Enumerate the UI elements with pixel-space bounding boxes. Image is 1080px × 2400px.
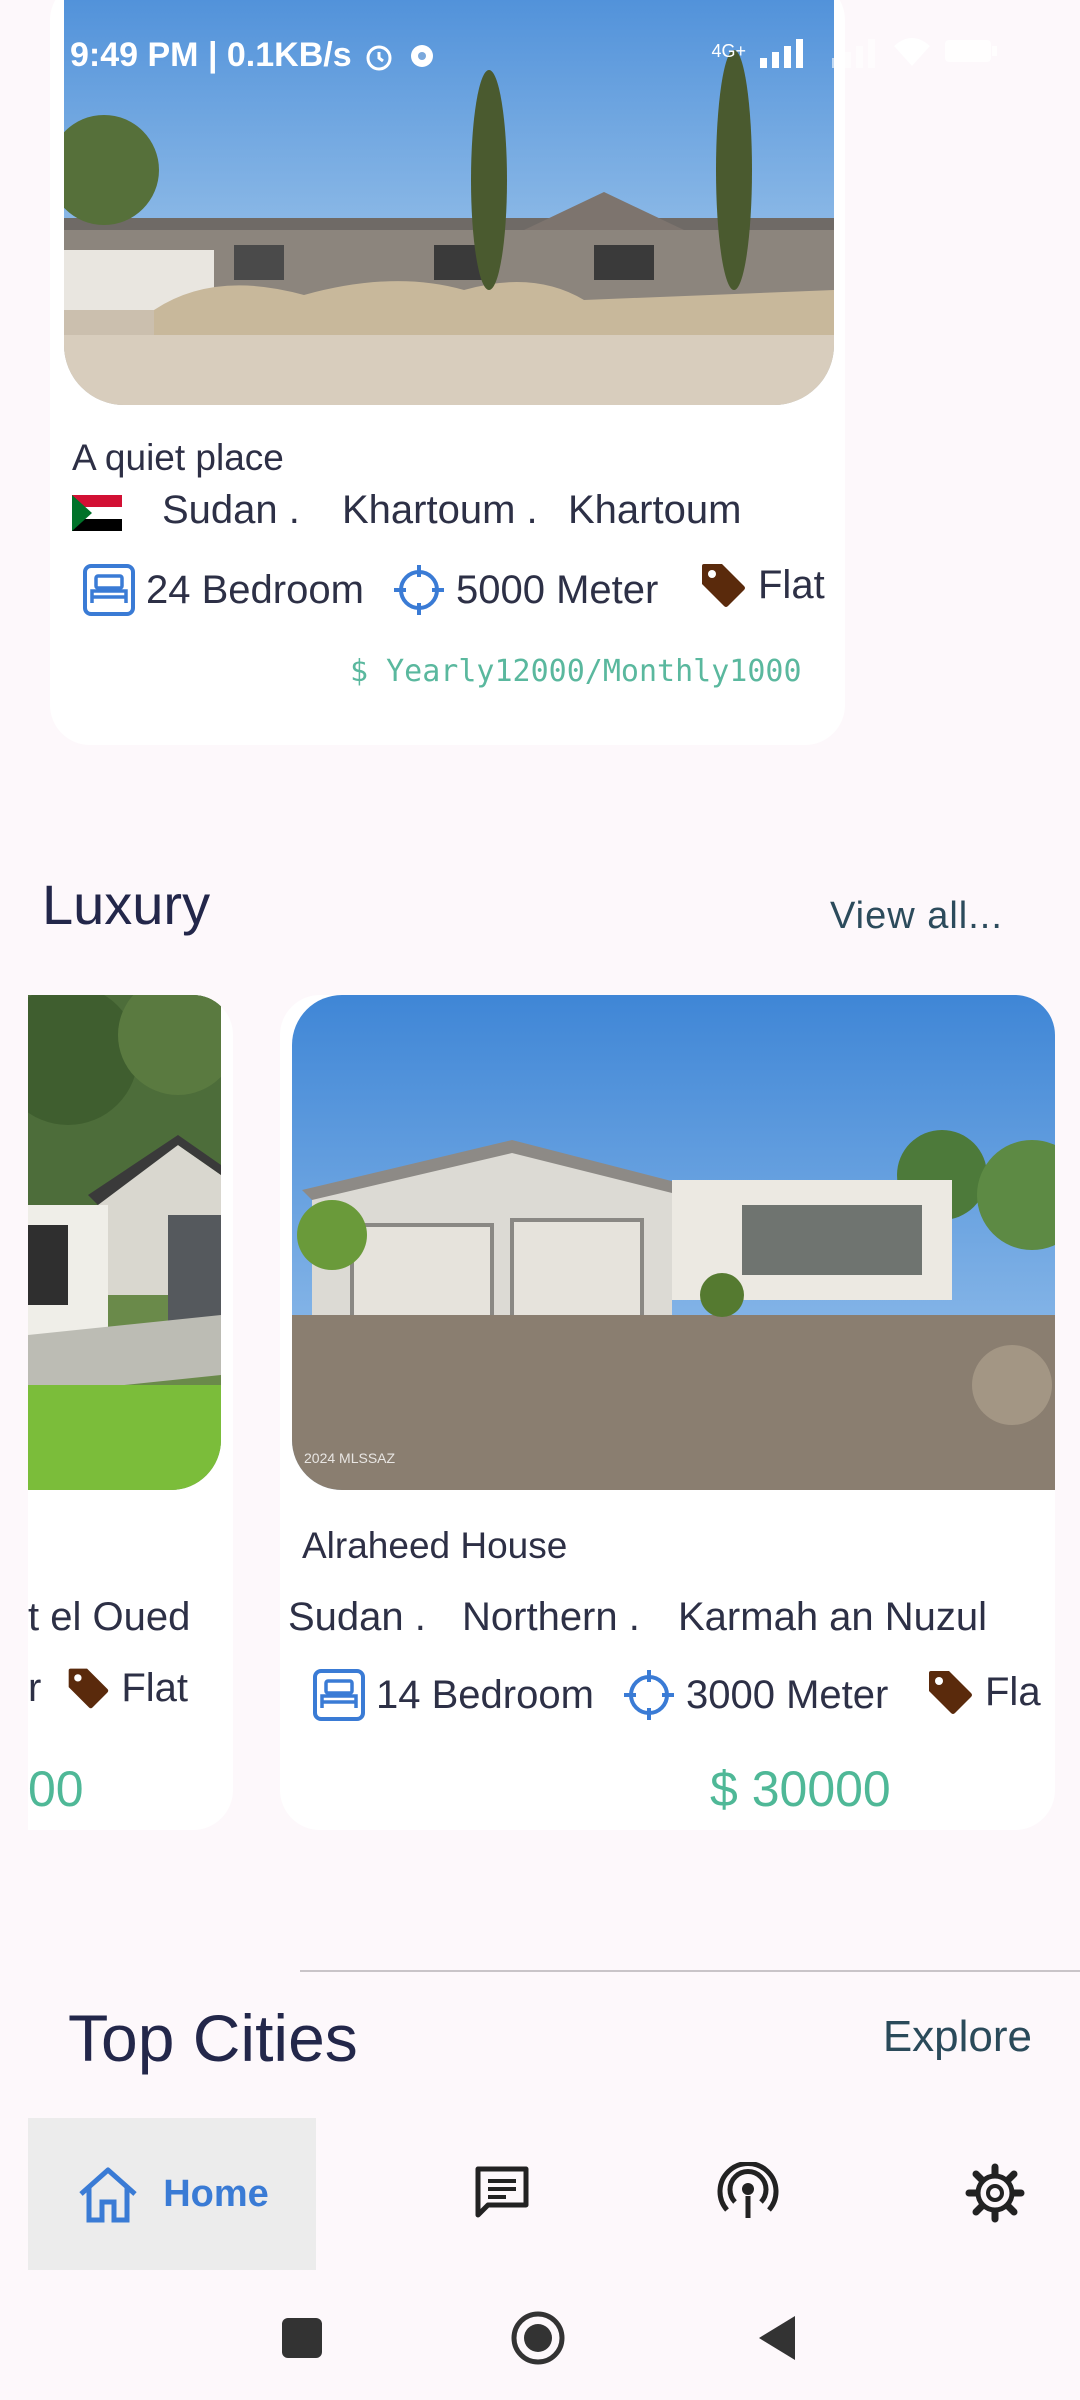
section-title-top-cities: Top Cities [68, 2001, 358, 2075]
wifi-icon [894, 38, 930, 66]
property-price: $ 30000 [710, 1761, 891, 1817]
home-button[interactable] [510, 2310, 565, 2365]
featured-property-card[interactable]: A quiet place Sudan . Khartoum . Khartou… [50, 0, 845, 745]
nav-home-label: Home [163, 2172, 269, 2215]
type-label: Flat [758, 562, 825, 607]
bedrooms-label: r [28, 1665, 42, 1710]
view-all-link[interactable]: View all... [830, 895, 1003, 938]
crosshair-icon [394, 565, 444, 615]
settings-gear-icon [410, 44, 433, 67]
sudan-flag-icon [72, 495, 122, 531]
photo-watermark: 2024 MLSSAZ [304, 1450, 396, 1466]
property-price: $ Yearly12000/Monthly1000 [350, 654, 802, 689]
location-state: Northern . [462, 1595, 640, 1639]
bed-icon [83, 564, 135, 616]
property-title: Alraheed House [302, 1525, 568, 1566]
home-circle-icon [511, 2311, 565, 2365]
location-country: Sudan . [288, 1595, 426, 1639]
nav-podcast-tab[interactable] [713, 2158, 783, 2228]
tag-icon [702, 564, 745, 607]
area-label: 5000 Meter [456, 567, 659, 612]
nav-home-tab[interactable]: Home [28, 2118, 316, 2270]
location-city: Khartoum [568, 488, 742, 532]
signal-icon [760, 39, 803, 68]
property-price: 00 [28, 1761, 84, 1817]
section-divider [300, 1970, 1080, 1972]
type-info: r Flat [28, 1665, 188, 1711]
luxury-property-card[interactable]: 2024 MLSSAZ Alraheed House Sudan . North… [280, 995, 1055, 1830]
back-triangle-icon [759, 2316, 795, 2360]
type-info: Fla [925, 1667, 1041, 1717]
property-photo [292, 995, 1055, 1490]
chat-icon [475, 2166, 529, 2218]
bedrooms-label: 24 Bedroom [146, 567, 364, 612]
bedrooms-info: 24 Bedroom [82, 563, 364, 617]
area-label: 3000 Meter [686, 1672, 889, 1717]
property-title: A quiet place [72, 437, 284, 478]
location-city: Karmah an Nuzul [678, 1595, 988, 1639]
nav-settings-tab[interactable] [960, 2158, 1030, 2228]
battery-icon [945, 40, 997, 62]
type-label: Flat [121, 1665, 189, 1710]
status-bar: 9:49 PM | 0.1KB/s [70, 36, 438, 75]
status-time: 9:49 PM | 0.1KB/s [70, 36, 352, 74]
bedrooms-info: 14 Bedroom [312, 1668, 594, 1722]
property-photo [28, 995, 221, 1490]
tag-icon [69, 1668, 109, 1709]
crosshair-icon [624, 1670, 674, 1720]
alarm-icon [366, 45, 392, 70]
bedrooms-label: 14 Bedroom [376, 1672, 594, 1717]
location-state: Khartoum . [342, 488, 538, 532]
home-icon [79, 2167, 137, 2223]
bed-icon [313, 1669, 365, 1721]
luxury-card-partial[interactable]: t el Oued r Flat 00 [28, 995, 233, 1830]
signal-2-icon [832, 39, 875, 68]
area-info: 3000 Meter [622, 1668, 888, 1722]
system-navigation-bar [0, 2270, 1080, 2400]
settings-icon [965, 2163, 1025, 2223]
podcast-icon [717, 2162, 779, 2218]
recents-button[interactable] [282, 2318, 322, 2358]
area-info: 5000 Meter [392, 563, 658, 617]
tag-icon [929, 1671, 972, 1714]
status-indicators: 4G+ [711, 34, 1000, 68]
location-country: Sudan . [162, 488, 300, 532]
section-title-luxury: Luxury [42, 873, 211, 936]
explore-link[interactable]: Explore [883, 2012, 1032, 2062]
type-label: Fla [985, 1669, 1041, 1714]
location-city: t el Oued [28, 1595, 191, 1639]
nav-messages-tab[interactable] [467, 2158, 537, 2228]
type-info: Flat [698, 560, 825, 610]
back-button[interactable] [755, 2314, 799, 2367]
network-type: 4G+ [711, 40, 746, 61]
